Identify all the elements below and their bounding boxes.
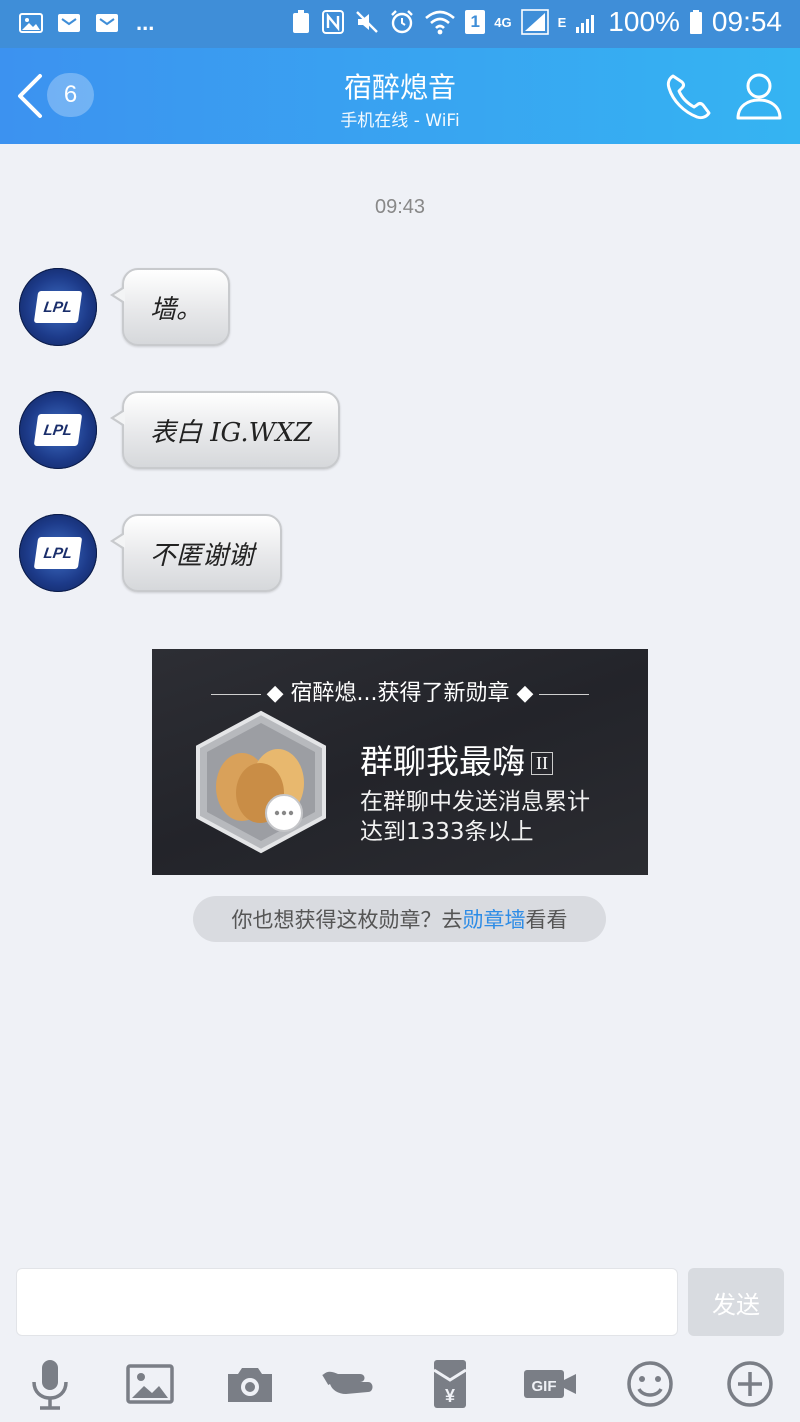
sim-badge: 1 (465, 10, 486, 34)
send-button[interactable]: 发送 (688, 1268, 784, 1336)
clock: 09:54 (711, 6, 782, 37)
poke-hand-icon[interactable] (322, 1356, 378, 1412)
camera-icon[interactable] (222, 1356, 278, 1412)
medal-wall-tip: 你也想获得这枚勋章？去 勋章墙 看看 (193, 896, 606, 942)
message-bubble[interactable]: 不匿谢谢 (109, 514, 283, 592)
message-input[interactable] (16, 1268, 678, 1336)
lpl-logo: LPL (33, 291, 83, 323)
divider (539, 693, 590, 695)
image-icon[interactable] (122, 1356, 178, 1412)
medal-headline: 宿醉熄...获得了新勋章 (290, 681, 510, 706)
message-row: LPL 不匿谢谢 (0, 514, 800, 598)
lpl-logo: LPL (33, 414, 83, 446)
signal-icon (520, 9, 549, 35)
emoji-icon[interactable] (622, 1356, 678, 1412)
notification-icons: ... (18, 10, 154, 36)
microphone-icon[interactable] (22, 1356, 78, 1412)
medal-headline-row: ◆ 宿醉熄...获得了新勋章 ◆ (152, 675, 648, 707)
mail-notification-icon (58, 14, 80, 32)
divider (210, 693, 261, 695)
battery-percent: 100% (608, 6, 680, 37)
medal-level: II (531, 752, 553, 775)
gif-label: GIF (532, 1378, 557, 1395)
medal-description: 在群聊中发送消息累计 达到1333条以上 (360, 789, 590, 845)
battery-saver-icon (293, 10, 310, 33)
network-e-label: E (557, 14, 567, 30)
profile-icon[interactable] (734, 70, 784, 122)
lpl-logo: LPL (33, 537, 83, 569)
gif-icon[interactable]: GIF (522, 1356, 578, 1412)
nfc-icon (322, 10, 345, 34)
message-bubble[interactable]: 墙。 (109, 268, 231, 346)
phone-call-icon[interactable] (662, 70, 716, 124)
status-bar: ... 1 4G E 100% 09:54 (0, 0, 800, 48)
message-bubble[interactable]: 表白 IG.WXZ (110, 391, 340, 469)
mail-notification-icon-2 (96, 14, 118, 32)
mute-icon (356, 11, 379, 33)
red-packet-icon[interactable]: ¥ (422, 1356, 478, 1412)
message-row: LPL 表白 IG.WXZ (0, 391, 800, 475)
sender-avatar[interactable]: LPL (19, 391, 97, 469)
more-plus-icon[interactable] (722, 1356, 778, 1412)
medal-name: 群聊我最嗨 II (360, 735, 553, 783)
network-4g-label: 4G (494, 14, 512, 30)
medal-wall-link[interactable]: 勋章墙 (463, 904, 526, 934)
signal-icon-2 (576, 15, 595, 33)
system-status: 1 4G E 100% 09:54 (290, 6, 782, 38)
more-notifications: ... (136, 10, 155, 35)
chat-header: 6 宿醉熄音 手机在线 - WiFi (0, 48, 800, 144)
svg-text:¥: ¥ (445, 1386, 455, 1406)
message-row: LPL 墙。 (0, 268, 800, 352)
gallery-notification-icon (19, 13, 43, 33)
medal-badge-icon (196, 710, 326, 854)
sender-avatar[interactable]: LPL (19, 514, 97, 592)
sender-avatar[interactable]: LPL (19, 268, 97, 346)
wifi-icon (425, 10, 456, 35)
chat-timestamp: 09:43 (374, 196, 426, 218)
battery-icon (689, 10, 702, 34)
alarm-icon (391, 10, 414, 34)
medal-card[interactable]: ◆ 宿醉熄...获得了新勋章 ◆ 群聊我最嗨 II 在群聊中发送消息累计 达到13… (152, 649, 648, 875)
